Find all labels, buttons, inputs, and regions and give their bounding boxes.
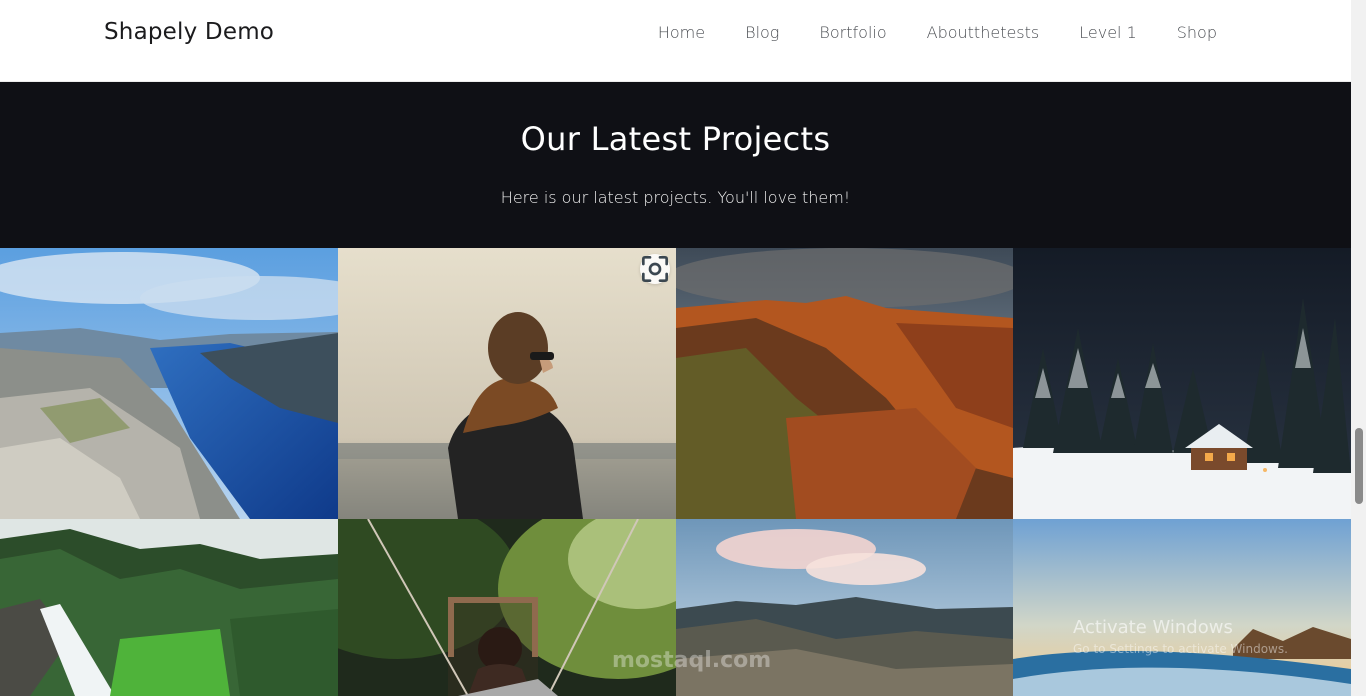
fjord-image	[0, 248, 338, 519]
woman-scarf-image	[338, 248, 676, 519]
projects-gallery	[0, 248, 1351, 696]
nav-item-portfolio[interactable]: Bortfolio	[819, 23, 886, 42]
page-scrollbar[interactable]	[1351, 0, 1366, 696]
scrollbar-thumb[interactable]	[1355, 428, 1363, 504]
site-header: Shapely Demo Home Blog Bortfolio Aboutth…	[0, 0, 1351, 82]
site-brand[interactable]: Shapely Demo	[104, 19, 274, 45]
lens-search-button[interactable]	[640, 254, 670, 284]
project-tile-snow-cabin[interactable]	[1013, 248, 1351, 519]
lens-search-icon	[642, 255, 668, 282]
nav-item-about[interactable]: Aboutthetests	[927, 23, 1040, 42]
nav-item-level-1[interactable]: Level 1	[1079, 23, 1137, 42]
project-tile-red-canyon[interactable]	[676, 248, 1013, 519]
project-tile-fjord[interactable]	[0, 248, 338, 519]
project-tile-mountain-valley[interactable]	[676, 519, 1013, 696]
project-tile-rope-bridge[interactable]	[338, 519, 676, 696]
mountain-valley-image	[676, 519, 1013, 696]
rope-bridge-image	[338, 519, 676, 696]
nav-item-shop[interactable]: Shop	[1177, 23, 1217, 42]
ocean-wave-image	[1013, 519, 1351, 696]
red-canyon-image	[676, 248, 1013, 519]
waterfall-image	[0, 519, 338, 696]
projects-section-header: Our Latest Projects Here is our latest p…	[0, 82, 1351, 248]
nav-item-blog[interactable]: Blog	[745, 23, 779, 42]
main-nav: Home Blog Bortfolio Aboutthetests Level …	[618, 23, 1217, 42]
section-title: Our Latest Projects	[520, 120, 831, 158]
project-tile-woman-scarf[interactable]	[338, 248, 676, 519]
section-subtitle: Here is our latest projects. You'll love…	[500, 188, 851, 207]
nav-item-home[interactable]: Home	[658, 23, 705, 42]
snow-cabin-image	[1013, 248, 1351, 519]
project-tile-ocean-wave[interactable]	[1013, 519, 1351, 696]
project-tile-waterfall[interactable]	[0, 519, 338, 696]
